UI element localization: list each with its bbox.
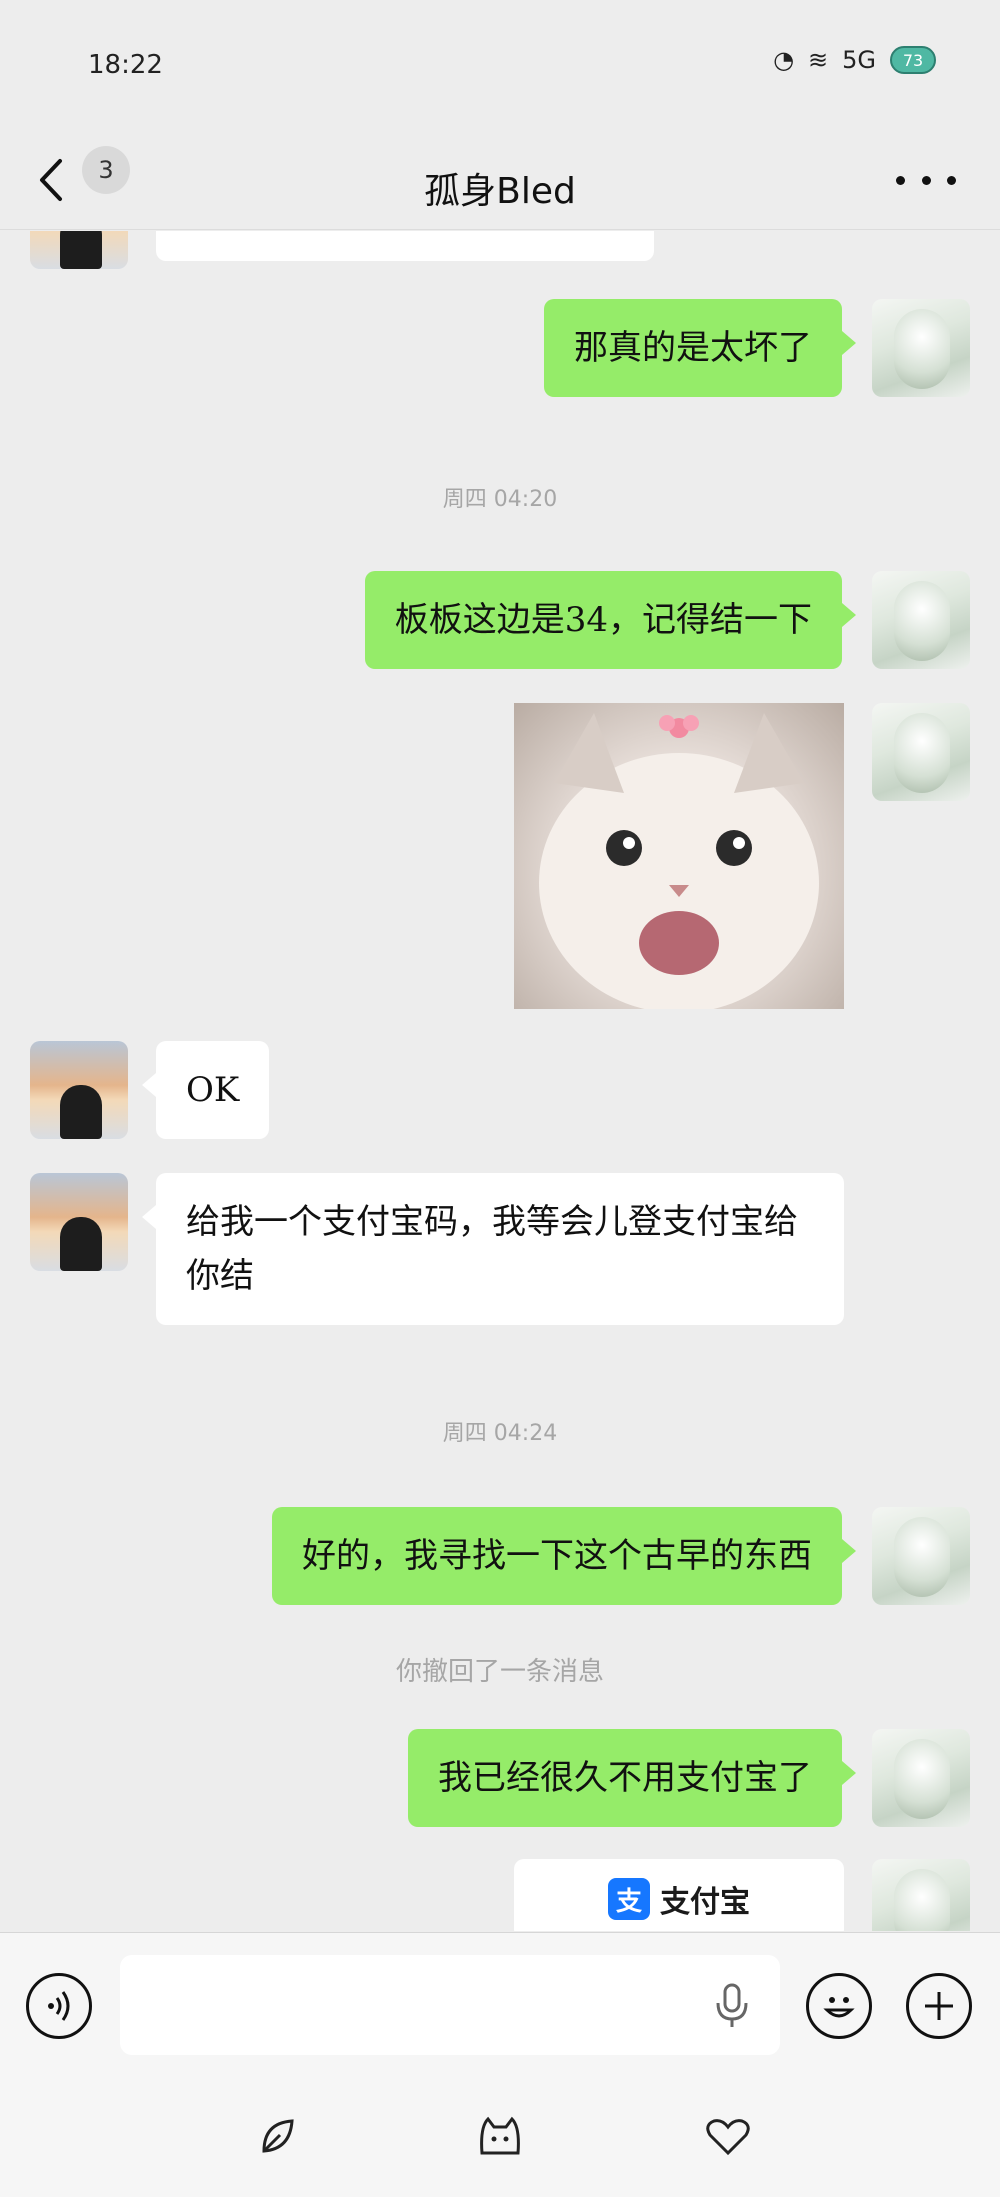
message-list[interactable]: 那真的是太坏了 周四 04:20 板板这边是34，记得结一下 OK 给我一个支付…: [0, 231, 1000, 1931]
friend-avatar[interactable]: [30, 231, 128, 269]
message-bubble[interactable]: 我已经很久不用支付宝了: [408, 1729, 856, 1827]
recall-notice: 你撤回了一条消息: [395, 1657, 604, 1687]
leaf-nav-icon[interactable]: [250, 2109, 306, 2165]
alipay-card-title: 支付宝: [660, 1885, 750, 1920]
status-bar: 18:22 ◔ ≋ 5G 73: [0, 0, 1000, 130]
wifi-icon: ≋: [808, 46, 829, 74]
fish-icon: ◔: [773, 46, 795, 74]
status-time: 18:22: [88, 50, 163, 80]
plus-button[interactable]: [906, 1973, 972, 2039]
alipay-card[interactable]: 支 支付宝: [514, 1859, 844, 1931]
alipay-logo-icon: 支: [608, 1878, 650, 1920]
network-label: 5G: [842, 46, 876, 74]
heart-nav-icon[interactable]: [700, 2109, 756, 2165]
chat-title: 孤身Bled: [424, 171, 576, 212]
more-button[interactable]: [896, 160, 956, 200]
timestamp: 周四 04:20: [442, 487, 558, 512]
friend-avatar[interactable]: [30, 1041, 128, 1139]
plus-icon: [925, 1992, 953, 2020]
message-bubble[interactable]: 好的，我寻找一下这个古早的东西: [272, 1507, 856, 1605]
self-avatar[interactable]: [872, 571, 970, 669]
cat-sticker-image[interactable]: [514, 703, 844, 1009]
self-avatar[interactable]: [872, 703, 970, 801]
battery-icon: 73: [890, 46, 936, 74]
emoji-button[interactable]: [806, 1973, 872, 2039]
friend-avatar[interactable]: [30, 1173, 128, 1271]
cat-sticker-drawing: [539, 713, 819, 1009]
message-bubble[interactable]: 板板这边是34，记得结一下: [364, 571, 857, 669]
cat-nav-icon[interactable]: [472, 2109, 528, 2165]
message-bubble[interactable]: 那真的是太坏了: [544, 299, 856, 397]
unread-badge[interactable]: 3: [82, 146, 130, 194]
input-bar: [0, 1932, 1000, 2197]
message-bubble[interactable]: 给我一个支付宝码，我等会儿登支付宝给你结: [142, 1173, 844, 1325]
message-bubble-partial[interactable]: [156, 231, 654, 261]
voice-button[interactable]: [26, 1973, 92, 2039]
message-bubble[interactable]: OK: [141, 1041, 270, 1139]
more-icon-dot: [947, 175, 956, 185]
more-icon: [896, 175, 905, 185]
message-input[interactable]: [120, 1955, 780, 2055]
timestamp: 周四 04:24: [442, 1421, 558, 1446]
self-avatar[interactable]: [872, 1859, 970, 1931]
self-avatar[interactable]: [872, 1729, 970, 1827]
self-avatar[interactable]: [872, 1507, 970, 1605]
more-icon-dot: [921, 175, 931, 185]
chat-header: 孤身Bled: [0, 130, 1000, 230]
mic-icon[interactable]: [712, 1983, 752, 2029]
voice-icon: [48, 1991, 70, 2021]
status-icons: ◔ ≋ 5G 73: [773, 46, 936, 74]
emoji-icon: [823, 1997, 855, 2018]
self-avatar[interactable]: [872, 299, 970, 397]
